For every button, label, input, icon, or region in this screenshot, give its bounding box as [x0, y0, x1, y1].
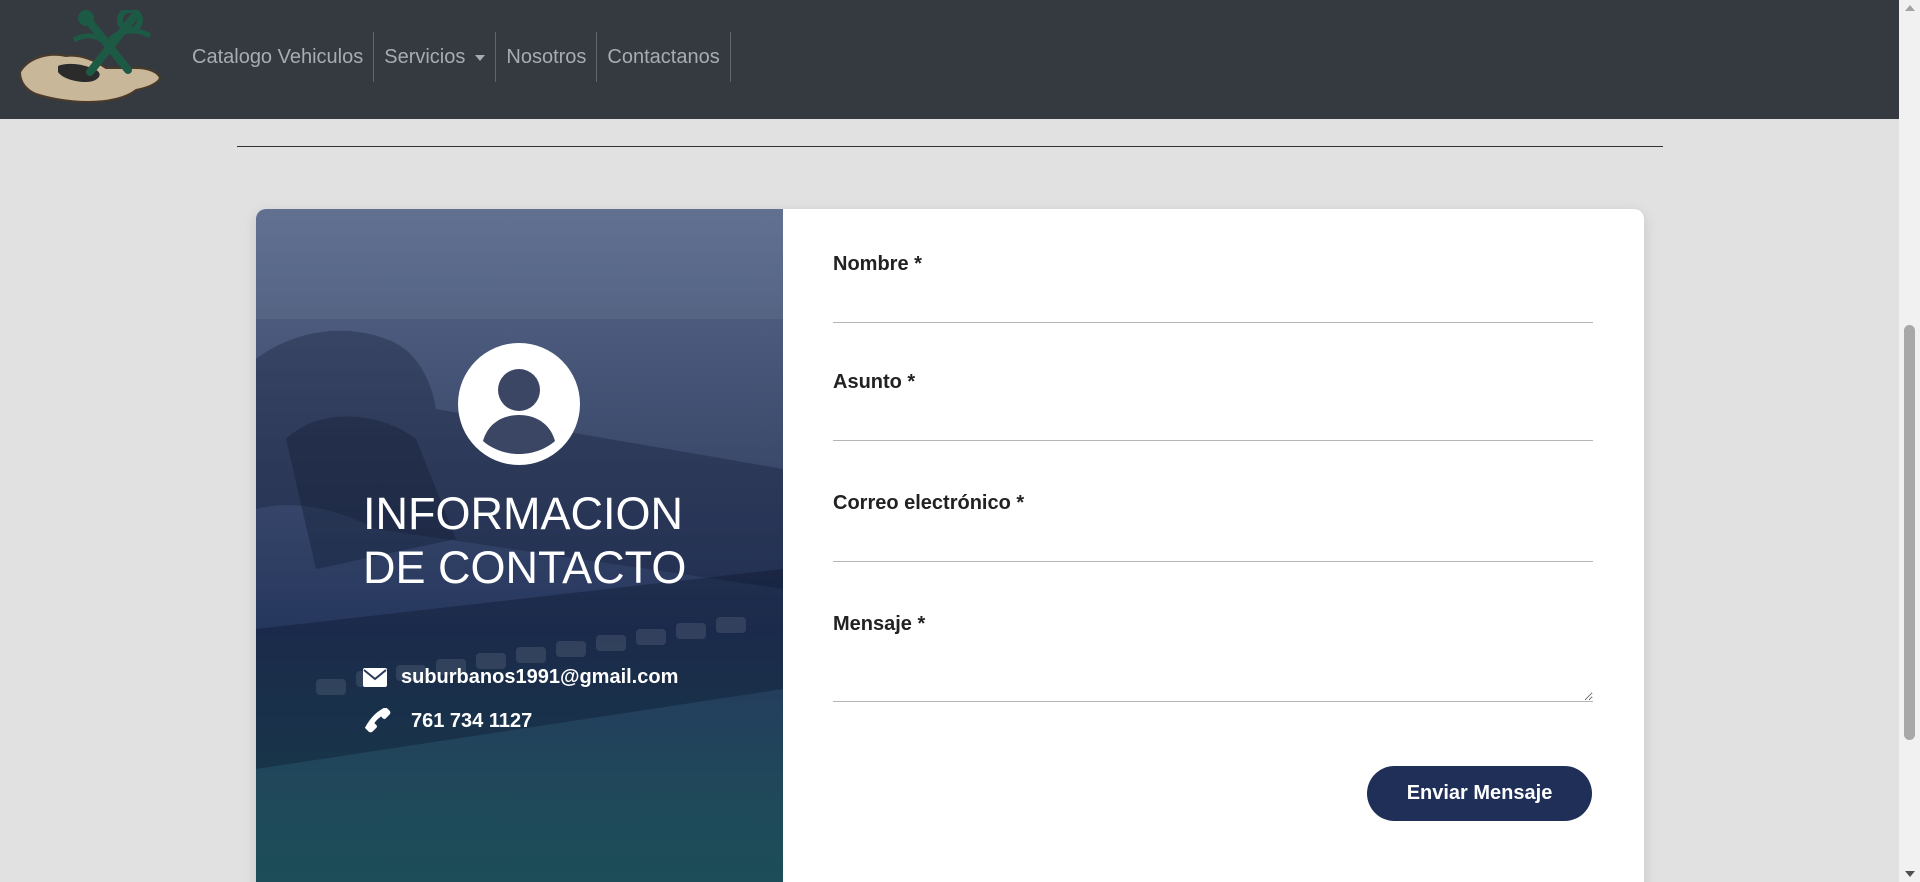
contact-card: INFORMACION DE CONTACTO suburbanos1991@g…: [256, 209, 1644, 882]
title-line-1: INFORMACION: [363, 488, 683, 539]
nav-link-contactanos[interactable]: Contactanos: [597, 32, 731, 82]
contact-info-panel: INFORMACION DE CONTACTO suburbanos1991@g…: [256, 209, 783, 882]
nav-link-label: Catalogo Vehiculos: [192, 45, 364, 68]
contact-phone[interactable]: 761 734 1127: [411, 710, 532, 733]
contact-info-title: INFORMACION DE CONTACTO: [363, 487, 703, 595]
asunto-input[interactable]: [833, 405, 1593, 441]
field-asunto: Asunto *: [833, 371, 1593, 441]
mensaje-textarea[interactable]: [833, 646, 1593, 702]
submit-button[interactable]: Enviar Mensaje: [1367, 766, 1592, 821]
phone-icon: [364, 708, 391, 733]
nav-link-nosotros[interactable]: Nosotros: [496, 32, 598, 82]
field-mensaje: Mensaje *: [833, 613, 1593, 702]
correo-label: Correo electrónico *: [833, 492, 1025, 514]
caret-down-icon: [475, 55, 486, 61]
nav-links: Catalogo Vehiculos Servicios Nosotros Co…: [182, 32, 731, 82]
mensaje-label: Mensaje *: [833, 613, 926, 635]
nav-link-catalogo[interactable]: Catalogo Vehiculos: [182, 32, 375, 82]
contact-email[interactable]: suburbanos1991@gmail.com: [401, 666, 678, 689]
nav-link-label: Nosotros: [506, 45, 587, 68]
field-nombre: Nombre *: [833, 253, 1593, 323]
scroll-thumb[interactable]: [1904, 325, 1915, 740]
scroll-up-arrow-icon[interactable]: [1905, 5, 1915, 11]
vertical-scrollbar[interactable]: [1899, 0, 1920, 882]
nombre-label: Nombre *: [833, 253, 922, 275]
correo-input[interactable]: [833, 526, 1593, 562]
envelope-icon: [363, 668, 387, 687]
asunto-label: Asunto *: [833, 371, 916, 393]
nombre-input[interactable]: [833, 287, 1593, 323]
field-correo: Correo electrónico *: [833, 492, 1593, 562]
hand-logo-icon[interactable]: [18, 7, 163, 105]
nav-link-label: Servicios: [384, 45, 466, 68]
top-navbar: Catalogo Vehiculos Servicios Nosotros Co…: [0, 0, 1899, 119]
nav-link-servicios-dropdown[interactable]: Servicios: [374, 32, 497, 82]
nav-link-label: Contactanos: [607, 45, 720, 68]
section-divider: [237, 146, 1663, 147]
user-circle-icon: [458, 343, 580, 465]
phone-row: 761 734 1127: [363, 708, 532, 734]
title-line-2: DE CONTACTO: [363, 542, 687, 593]
scroll-down-arrow-icon[interactable]: [1905, 871, 1915, 877]
email-row: suburbanos1991@gmail.com: [363, 666, 678, 689]
